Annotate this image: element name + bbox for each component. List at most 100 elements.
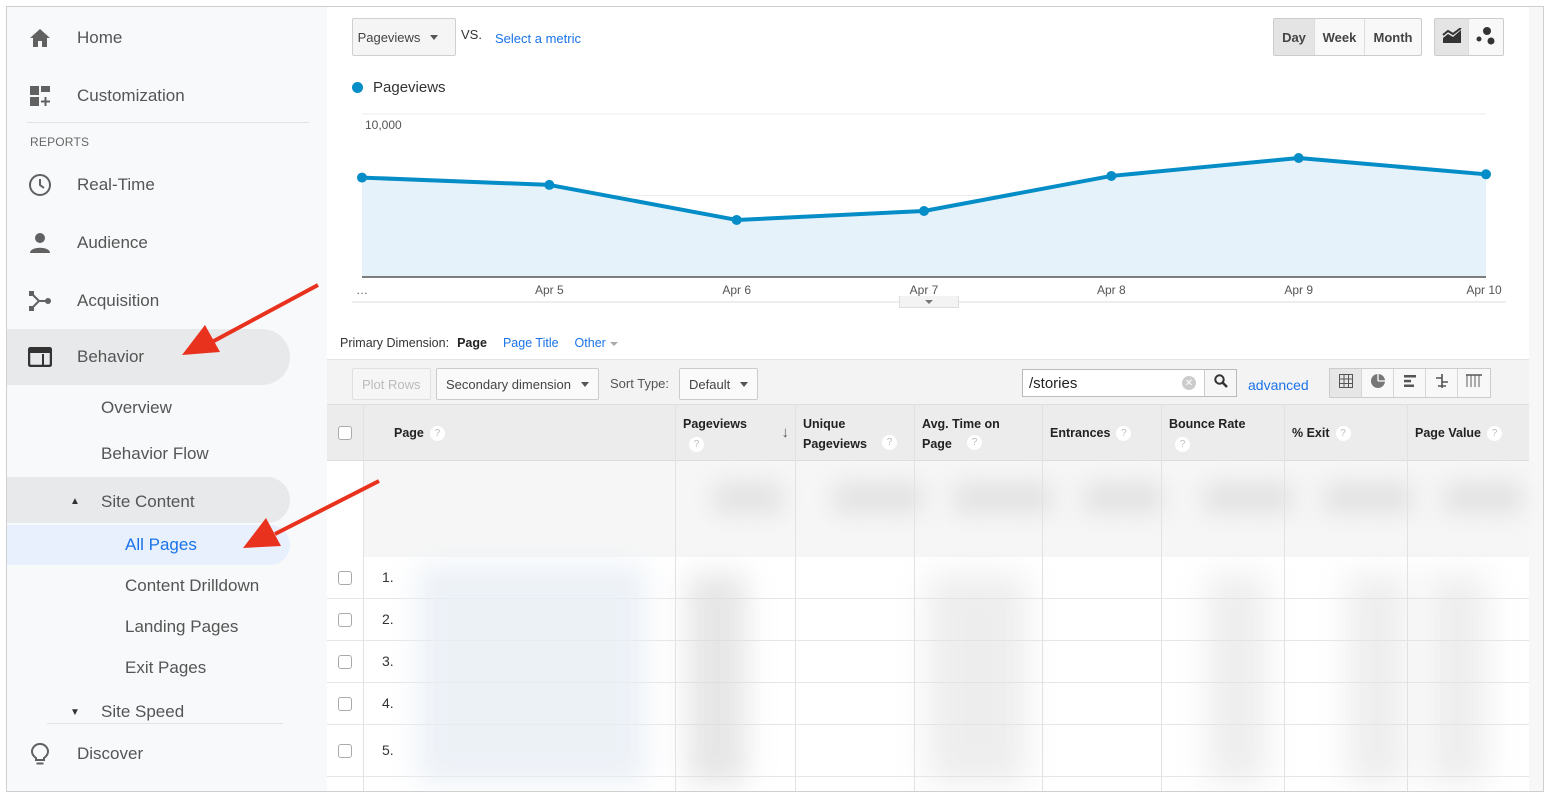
- help-icon[interactable]: ?: [429, 426, 445, 442]
- column-divider: [363, 404, 364, 791]
- sidebar-item-landing-pages[interactable]: Landing Pages: [125, 617, 238, 637]
- primary-dimension-bar: Primary Dimension: Page Page Title Other: [340, 336, 634, 350]
- column-header-avg-time[interactable]: Avg. Time on Page?: [914, 405, 1042, 461]
- pie-view-button[interactable]: [1362, 369, 1394, 397]
- column-header-page-value[interactable]: Page Value?: [1407, 405, 1529, 461]
- motion-chart-button[interactable]: [1469, 19, 1503, 55]
- comparison-view-icon: [1434, 373, 1450, 394]
- week-button[interactable]: Week: [1315, 19, 1365, 55]
- pie-view-icon: [1370, 373, 1386, 394]
- sidebar-divider: [47, 723, 283, 724]
- data-point: [1481, 169, 1491, 180]
- dimension-page[interactable]: Page: [457, 336, 487, 350]
- advanced-filter-link[interactable]: advanced: [1248, 377, 1309, 393]
- chevron-down-icon: [740, 381, 749, 387]
- help-icon[interactable]: ?: [967, 435, 982, 450]
- row-number: 2.: [382, 611, 394, 627]
- column-divider: [795, 404, 796, 791]
- row-checkbox[interactable]: [338, 655, 352, 669]
- sidebar-item-content-drilldown[interactable]: Content Drilldown: [125, 576, 259, 596]
- sort-type-dropdown[interactable]: Default: [679, 368, 759, 400]
- x-tick-label: Apr 6: [722, 283, 751, 297]
- sidebar-item-all-pages[interactable]: All Pages: [125, 535, 197, 555]
- column-header-entrances[interactable]: Entrances?: [1042, 405, 1161, 461]
- plot-rows-button[interactable]: Plot Rows: [352, 368, 431, 400]
- behavior-icon: [27, 344, 53, 370]
- report-main: Pageviews VS. Select a metric Day Week M…: [327, 7, 1529, 791]
- select-all-checkbox[interactable]: [338, 426, 352, 440]
- redacted-value: [1083, 483, 1163, 513]
- table-header: Page? Pageviews? ↓ Unique Pageviews? Avg…: [327, 404, 1529, 461]
- row-checkbox[interactable]: [338, 613, 352, 627]
- secondary-dimension-dropdown[interactable]: Secondary dimension: [436, 368, 600, 400]
- dimension-other[interactable]: Other: [575, 336, 618, 350]
- performance-view-icon: [1403, 374, 1417, 393]
- view-mode-toggle: [1329, 368, 1491, 398]
- month-button[interactable]: Month: [1365, 19, 1421, 55]
- comparison-view-button[interactable]: [1426, 369, 1458, 397]
- clock-icon: [27, 172, 53, 198]
- select-metric-link[interactable]: Select a metric: [495, 31, 581, 46]
- search-button[interactable]: [1204, 370, 1236, 396]
- column-divider: [1161, 404, 1162, 791]
- column-header-pageviews[interactable]: Pageviews? ↓: [675, 405, 795, 461]
- chart-panel: Pageviews VS. Select a metric Day Week M…: [327, 7, 1529, 359]
- column-header-page[interactable]: Page?: [363, 405, 675, 461]
- expand-triangle-icon[interactable]: ▼: [70, 707, 80, 718]
- search-icon: [1213, 373, 1228, 393]
- pivot-view-button[interactable]: [1458, 369, 1490, 397]
- column-header-exit[interactable]: % Exit?: [1284, 405, 1407, 461]
- redacted-page-column: [417, 564, 647, 784]
- chart-legend: Pageviews: [352, 79, 446, 96]
- legend-dot: [352, 82, 363, 93]
- dashboard-plus-icon: [27, 83, 53, 109]
- metric-dropdown[interactable]: Pageviews: [352, 18, 456, 56]
- help-icon[interactable]: ?: [1175, 437, 1190, 453]
- row-checkbox[interactable]: [338, 744, 352, 758]
- help-icon[interactable]: ?: [1487, 426, 1503, 442]
- redacted-metrics: [1427, 574, 1487, 784]
- help-icon[interactable]: ?: [882, 435, 897, 450]
- sidebar-item-site-content[interactable]: Site Content: [101, 492, 195, 512]
- chevron-down-icon: [430, 34, 439, 40]
- analytics-window: Home Customization REPORTS Real-Time Aud…: [6, 6, 1544, 792]
- clear-icon[interactable]: ✕: [1182, 376, 1196, 390]
- table-toolbar: Plot Rows Secondary dimension Sort Type:…: [327, 359, 1529, 405]
- help-icon[interactable]: ?: [1335, 426, 1351, 442]
- line-chart-button[interactable]: [1435, 19, 1469, 55]
- row-number: 1.: [382, 569, 394, 585]
- redacted-value: [833, 483, 923, 513]
- column-header-bounce-rate[interactable]: Bounce Rate?: [1161, 405, 1284, 461]
- column-divider: [675, 404, 676, 791]
- chart-collapse-tab[interactable]: [899, 296, 959, 308]
- data-point: [1106, 170, 1117, 181]
- column-divider: [914, 404, 915, 791]
- sidebar-item-site-speed[interactable]: Site Speed: [101, 702, 184, 722]
- dimension-page-title[interactable]: Page Title: [503, 336, 559, 350]
- performance-view-button[interactable]: [1394, 369, 1426, 397]
- filter-value[interactable]: /stories: [1023, 375, 1182, 392]
- y-tick-label: 10,000: [365, 118, 402, 132]
- redacted-value: [1203, 483, 1293, 513]
- collapse-triangle-icon[interactable]: ▲: [70, 496, 80, 507]
- data-point: [731, 214, 742, 225]
- table-view-button[interactable]: [1330, 369, 1362, 397]
- vs-label: VS.: [461, 27, 482, 42]
- sidebar-item-behavior-flow[interactable]: Behavior Flow: [101, 444, 209, 464]
- motion-chart-icon: [1476, 26, 1496, 48]
- row-checkbox[interactable]: [338, 571, 352, 585]
- row-checkbox[interactable]: [338, 697, 352, 711]
- pivot-view-icon: [1465, 373, 1483, 393]
- column-header-unique-pageviews[interactable]: Unique Pageviews?: [795, 405, 914, 461]
- day-button[interactable]: Day: [1274, 19, 1315, 55]
- help-icon[interactable]: ?: [1116, 426, 1132, 442]
- column-divider: [1284, 404, 1285, 791]
- sort-desc-arrow-icon: ↓: [781, 424, 790, 441]
- table-filter-input[interactable]: /stories ✕: [1022, 369, 1237, 397]
- help-icon[interactable]: ?: [689, 437, 704, 453]
- sidebar-item-exit-pages[interactable]: Exit Pages: [125, 658, 206, 678]
- sidebar-item-overview[interactable]: Overview: [101, 398, 172, 418]
- primary-dimension-label: Primary Dimension:: [340, 336, 450, 350]
- totals-row-blurred: [363, 461, 1529, 557]
- caret-down-icon: [925, 299, 933, 304]
